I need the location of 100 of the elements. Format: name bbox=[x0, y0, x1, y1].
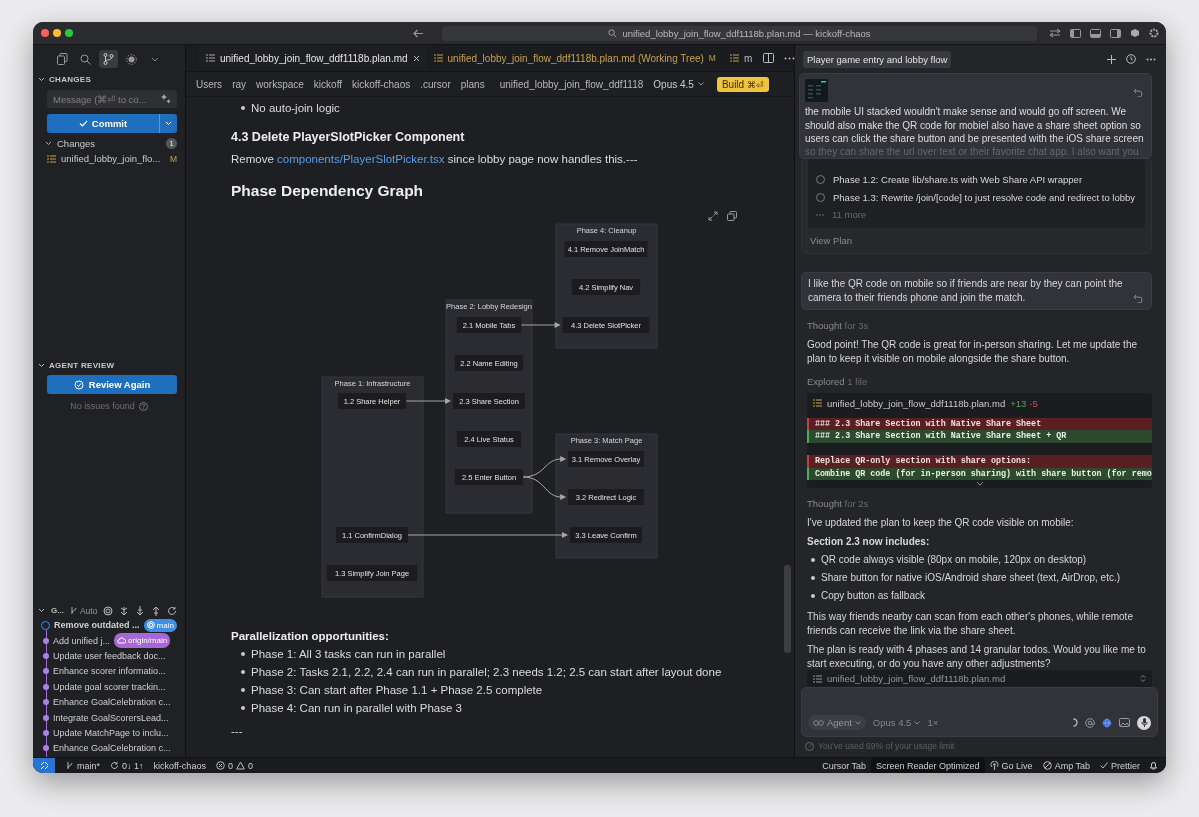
panel-toggle-icon[interactable] bbox=[1090, 28, 1101, 38]
breadcrumb-item[interactable]: workspace bbox=[256, 78, 304, 90]
remote-button[interactable] bbox=[33, 758, 55, 773]
commit-message-field[interactable]: Message (⌘⏎ to co... bbox=[47, 90, 177, 108]
clock-icon[interactable] bbox=[1126, 54, 1136, 64]
assistant-text: The plan is ready with 4 phases and 14 granular todos. Would you like me to start executing, or do you have any other adjustments? bbox=[807, 643, 1147, 672]
commit-item[interactable]: Add unified j... bbox=[53, 635, 111, 646]
refresh-icon[interactable] bbox=[167, 605, 178, 616]
editor-tab[interactable]: m bbox=[722, 45, 760, 71]
commit-item[interactable]: Enhance scorer informatio... bbox=[53, 666, 166, 677]
review-again-button[interactable]: Review Again bbox=[47, 375, 177, 395]
pull-icon[interactable] bbox=[135, 605, 146, 616]
status-item[interactable]: Go Live bbox=[984, 758, 1038, 773]
notification-icon[interactable] bbox=[1149, 761, 1158, 770]
user-message-card[interactable] bbox=[799, 73, 1152, 159]
plus-icon[interactable] bbox=[1107, 54, 1116, 64]
view-plan-link[interactable]: View Plan bbox=[802, 227, 861, 253]
commit-item[interactable]: Enhance GoalCelebration c... bbox=[53, 697, 171, 708]
back-arrow-icon[interactable] bbox=[413, 28, 424, 38]
commit-item[interactable]: Remove outdated ... bbox=[54, 620, 140, 631]
more-icon[interactable] bbox=[784, 56, 796, 60]
commit-item[interactable]: Enhance GoalCelebration c... bbox=[53, 743, 171, 754]
settings-icon[interactable] bbox=[1149, 28, 1159, 38]
commit-item[interactable]: Update goal scorer trackin... bbox=[53, 681, 166, 692]
chevron-down-icon[interactable] bbox=[975, 481, 984, 487]
breadcrumb-item[interactable]: Users bbox=[196, 78, 223, 90]
multiplier-toggle[interactable]: 1× bbox=[927, 717, 939, 728]
chevron-down-icon[interactable] bbox=[38, 77, 45, 82]
activity-label[interactable]: Thought for 2s bbox=[807, 497, 1152, 512]
close-window-button[interactable] bbox=[41, 29, 49, 37]
activity-label[interactable]: Thought for 3s bbox=[807, 318, 1152, 333]
problems-status[interactable]: 0 0 bbox=[210, 758, 258, 773]
breadcrumb-item[interactable]: unified_lobby_join_flow_ddf1118 bbox=[499, 78, 644, 90]
minimize-window-button[interactable] bbox=[53, 29, 61, 37]
commit-item[interactable]: Integrate GoalScorersLead... bbox=[53, 712, 169, 723]
breadcrumb-item[interactable]: ray bbox=[232, 78, 247, 90]
activity-label[interactable]: Explored 1 file bbox=[807, 374, 1152, 389]
at-sign-icon[interactable] bbox=[1085, 717, 1095, 728]
mode-dropdown[interactable]: Agent bbox=[808, 715, 866, 730]
project-status[interactable]: kickoff-chaos bbox=[148, 758, 211, 773]
broadcast-icon bbox=[989, 761, 999, 770]
checkmark-icon bbox=[1100, 762, 1108, 769]
swap-arrows-icon[interactable] bbox=[1049, 28, 1061, 38]
changes-group-label[interactable]: Changes bbox=[57, 138, 161, 149]
target-icon[interactable] bbox=[103, 605, 114, 616]
chevron-down-icon bbox=[914, 720, 921, 725]
status-item[interactable]: Prettier bbox=[1095, 758, 1145, 773]
user-message-card[interactable]: I like the QR code on mobile so if friends are near by they can point the camera to their friends phone and join the match. bbox=[801, 271, 1152, 310]
layout-icon[interactable] bbox=[1110, 28, 1121, 38]
file-link[interactable]: components/PlayerSlotPicker.tsx bbox=[277, 153, 445, 165]
sync-status[interactable]: 0↓ 1↑ bbox=[105, 758, 149, 773]
microphone-button[interactable] bbox=[1137, 715, 1151, 730]
help-icon[interactable] bbox=[138, 401, 148, 411]
bullet-icon bbox=[241, 706, 245, 710]
sidebar-toggle-icon[interactable] bbox=[1070, 28, 1081, 38]
more-icon[interactable] bbox=[1146, 57, 1156, 61]
editor-tab[interactable]: unified_lobby_join_flow_ddf1118b.plan.md (Working Tree) M bbox=[426, 45, 723, 71]
commit-item[interactable]: Update user feedback doc... bbox=[53, 650, 166, 661]
status-item[interactable]: Cursor Tab bbox=[817, 758, 872, 773]
command-center-search[interactable]: unified_lobby_join_flow_ddf1118b.plan.md — kickoff-chaos bbox=[442, 25, 1037, 41]
cube-icon[interactable] bbox=[1130, 28, 1140, 38]
commit-button[interactable]: Commit bbox=[47, 114, 159, 133]
undo-icon[interactable] bbox=[1133, 293, 1143, 303]
fetch-icon[interactable] bbox=[119, 605, 130, 616]
undo-icon[interactable] bbox=[1133, 88, 1143, 97]
scrollbar[interactable] bbox=[784, 565, 791, 653]
bullet-icon bbox=[241, 106, 245, 110]
chevron-down-icon[interactable] bbox=[38, 608, 45, 613]
copy-icon[interactable] bbox=[727, 211, 737, 221]
branch-status[interactable]: main* bbox=[61, 758, 105, 773]
attached-file-chip[interactable]: unified_lobby_join_flow_ddf1118b.plan.md bbox=[807, 670, 1152, 687]
globe-icon[interactable] bbox=[1102, 717, 1112, 728]
status-item[interactable]: Screen Reader Optimized bbox=[871, 758, 985, 773]
changed-file-item[interactable]: unified_lobby_join_flo... M bbox=[33, 149, 185, 164]
source-control-icon[interactable] bbox=[99, 50, 118, 68]
chevron-down-icon[interactable] bbox=[38, 363, 45, 369]
breadcrumb-item[interactable]: .cursor bbox=[420, 78, 451, 90]
push-icon[interactable] bbox=[151, 605, 162, 616]
model-dropdown[interactable]: Opus 4.5 bbox=[872, 717, 921, 728]
diff-file-name[interactable]: unified_lobby_join_flow_ddf1118b.plan.md bbox=[827, 397, 1006, 409]
check-circle-icon bbox=[73, 379, 84, 390]
model-dropdown[interactable]: Opus 4.5 bbox=[653, 78, 704, 90]
status-item[interactable]: Amp Tab bbox=[1037, 758, 1095, 773]
close-icon[interactable] bbox=[412, 54, 420, 62]
breadcrumb-item[interactable]: kickoff-chaos bbox=[352, 78, 411, 90]
chat-input-field[interactable]: Agent Opus 4.5 1× bbox=[801, 687, 1158, 737]
branch-badge: origin/main bbox=[114, 633, 171, 649]
expand-icon[interactable] bbox=[708, 211, 718, 221]
split-editor-icon[interactable] bbox=[763, 53, 775, 63]
chat-tab[interactable]: Player game entry and lobby flow bbox=[803, 50, 952, 68]
auto-branch-toggle[interactable]: Auto bbox=[69, 605, 98, 616]
commit-item[interactable]: Update MatchPage to inclu... bbox=[53, 727, 169, 738]
breadcrumb-item[interactable]: kickoff bbox=[313, 78, 342, 90]
chevron-down-icon[interactable] bbox=[45, 141, 52, 146]
sparkle-icon[interactable] bbox=[161, 94, 171, 104]
image-icon[interactable] bbox=[1119, 718, 1130, 727]
list-item-text: Share button for native iOS/Android share sheet (text, AirDrop, etc.) bbox=[821, 571, 1121, 586]
breadcrumb-item[interactable]: plans bbox=[460, 78, 485, 90]
zoom-window-button[interactable] bbox=[65, 29, 73, 37]
build-button[interactable]: Build ⌘⏎ bbox=[716, 76, 769, 92]
